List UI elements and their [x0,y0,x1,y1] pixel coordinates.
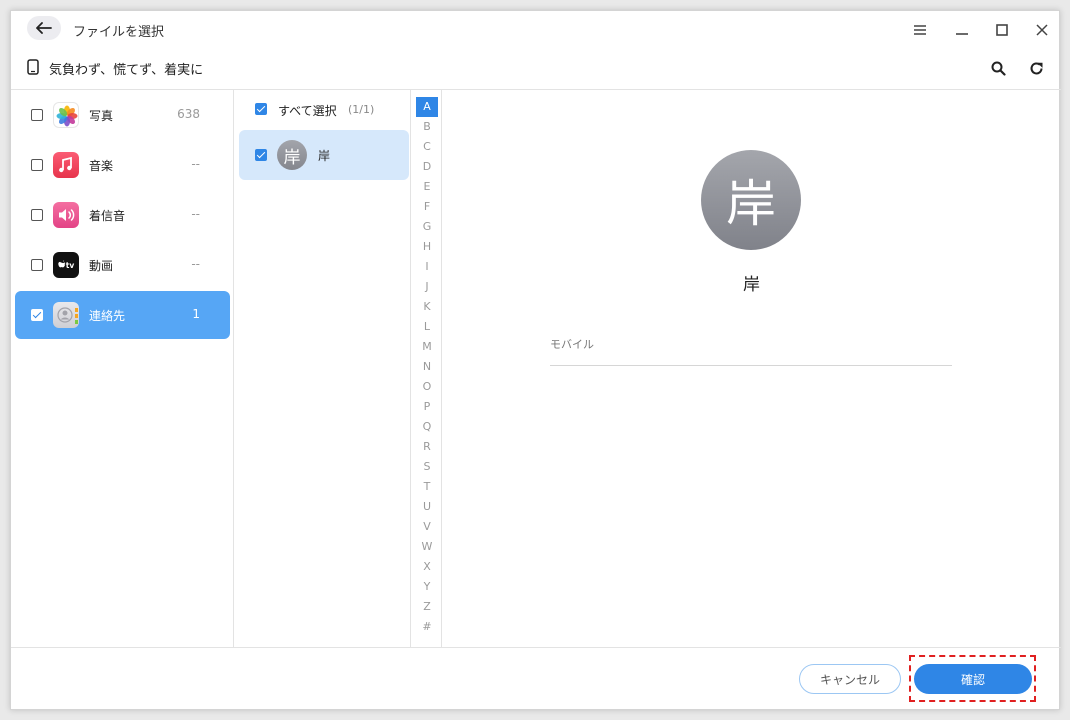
alphabet-letter-j[interactable]: J [416,277,438,297]
alphabet-letter-l[interactable]: L [416,317,438,337]
alphabet-letter-u[interactable]: U [416,497,438,517]
music-icon [53,152,79,178]
contact-name: 岸 [318,149,331,163]
file-select-window: ファイルを選択 気負わず、慌てず、着実に 写真 638 音楽 -- 着信音 --… [10,10,1061,710]
alphabet-index: A B C D E F G H I J K L M N O P Q R S T U V W X Y Z # [412,90,442,647]
category-count: -- [191,207,200,221]
category-music[interactable]: 音楽 -- [15,141,230,189]
category-label: 着信音 [89,209,126,223]
refresh-icon [1030,61,1042,74]
device-name: 気負わず、慌てず、着実に [49,63,204,78]
alphabet-letter-m[interactable]: M [416,337,438,357]
category-checkbox[interactable] [31,159,43,171]
category-label: 音楽 [89,159,114,173]
alphabet-letter-a[interactable]: A [416,97,438,117]
alphabet-letter-q[interactable]: Q [416,417,438,437]
minimize-icon [956,33,968,35]
select-all-checkbox[interactable] [255,103,267,115]
contact-avatar: 岸 [277,140,307,170]
maximize-button[interactable] [991,19,1013,41]
divider [11,647,1061,648]
category-count: -- [191,157,200,171]
alphabet-letter-f[interactable]: F [416,197,438,217]
category-label: 連絡先 [89,309,126,323]
arrow-left-icon [36,22,52,34]
contacts-icon [53,302,79,328]
close-icon [1036,24,1048,36]
category-videos[interactable]: tv 動画 -- [15,241,230,289]
alphabet-letter-e[interactable]: E [416,177,438,197]
alphabet-letter-y[interactable]: Y [416,577,438,597]
category-count: -- [191,257,200,271]
alphabet-letter-hash[interactable]: # [416,617,438,637]
contact-checkbox[interactable] [255,149,267,161]
photos-icon [53,102,79,128]
detail-name: 岸 [743,275,760,295]
confirm-button[interactable]: 確認 [914,664,1032,694]
maximize-icon [996,24,1008,36]
contact-row[interactable]: 岸 岸 [239,130,409,180]
phone-icon [27,59,39,75]
detail-avatar: 岸 [701,150,801,250]
menu-button[interactable] [909,19,931,41]
category-sidebar: 写真 638 音楽 -- 着信音 -- tv 動画 -- 連絡先 1 [11,90,234,647]
alphabet-letter-g[interactable]: G [416,217,438,237]
select-all-count: (1/1) [348,103,375,116]
appletv-text: tv [66,261,75,270]
alphabet-letter-k[interactable]: K [416,297,438,317]
alphabet-letter-x[interactable]: X [416,557,438,577]
category-contacts[interactable]: 連絡先 1 [15,291,230,339]
alphabet-letter-h[interactable]: H [416,237,438,257]
mobile-field-divider [550,365,952,366]
alphabet-letter-r[interactable]: R [416,437,438,457]
alphabet-letter-s[interactable]: S [416,457,438,477]
alphabet-letter-c[interactable]: C [416,137,438,157]
contact-list: すべて選択 (1/1) 岸 岸 [235,90,411,647]
category-count: 638 [177,107,200,121]
contact-detail: 岸 岸 モバイル [443,90,1060,647]
close-button[interactable] [1031,19,1053,41]
appletv-icon: tv [53,252,79,278]
category-photos[interactable]: 写真 638 [15,91,230,139]
search-button[interactable] [987,57,1009,79]
alphabet-letter-b[interactable]: B [416,117,438,137]
category-checkbox[interactable] [31,259,43,271]
alphabet-letter-t[interactable]: T [416,477,438,497]
device-bar: 気負わず、慌てず、着実に [11,51,1061,87]
alphabet-letter-w[interactable]: W [416,537,438,557]
alphabet-letter-z[interactable]: Z [416,597,438,617]
alphabet-letter-i[interactable]: I [416,257,438,277]
alphabet-letter-p[interactable]: P [416,397,438,417]
cancel-button[interactable]: キャンセル [799,664,901,694]
window-title: ファイルを選択 [73,25,165,40]
ringtone-icon [53,202,79,228]
title-bar: ファイルを選択 [11,11,1061,47]
category-ringtones[interactable]: 着信音 -- [15,191,230,239]
category-checkbox[interactable] [31,109,43,121]
alphabet-letter-o[interactable]: O [416,377,438,397]
alphabet-letter-n[interactable]: N [416,357,438,377]
category-label: 写真 [89,109,114,123]
search-icon [991,61,1006,76]
select-all-row[interactable]: すべて選択 (1/1) [235,90,411,128]
category-checkbox[interactable] [31,209,43,221]
category-checkbox[interactable] [31,309,43,321]
hamburger-menu-icon [914,25,926,35]
alphabet-letter-d[interactable]: D [416,157,438,177]
back-button[interactable] [27,16,61,40]
refresh-button[interactable] [1025,57,1047,79]
minimize-button[interactable] [951,19,973,41]
mobile-field-label: モバイル [550,338,594,351]
category-count: 1 [192,307,200,321]
category-label: 動画 [89,259,114,273]
alphabet-letter-v[interactable]: V [416,517,438,537]
select-all-label: すべて選択 [278,104,337,118]
